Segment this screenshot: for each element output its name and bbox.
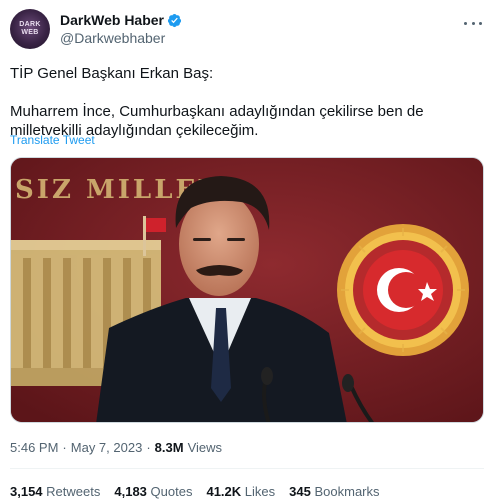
verified-icon[interactable] xyxy=(167,13,182,28)
tweet-meta: 5:46 PM · May 7, 2023 · 8.3M Views xyxy=(10,440,222,455)
tweet-text-line-1: TİP Genel Başkanı Erkan Baş: xyxy=(10,65,214,82)
tweet-date[interactable]: May 7, 2023 xyxy=(71,440,143,455)
avatar[interactable]: DARK WEB xyxy=(10,9,50,49)
parliament-seal xyxy=(337,224,469,356)
retweets-stat[interactable]: 3,154 Retweets xyxy=(10,484,100,499)
display-name[interactable]: DarkWeb Haber xyxy=(60,12,164,28)
meta-separator: · xyxy=(62,440,67,455)
avatar-text: DARK WEB xyxy=(19,21,41,36)
media-photo: SIZ MILLET xyxy=(11,158,483,422)
meta-separator-2: · xyxy=(146,440,151,455)
bookmarks-count: 345 xyxy=(289,484,311,499)
author-names: DarkWeb Haber @Darkwebhaber xyxy=(60,12,182,46)
likes-label: Likes xyxy=(244,484,276,499)
engagement-stats: 3,154 Retweets 4,183 Quotes 41.2K Likes … xyxy=(10,484,394,499)
quotes-label: Quotes xyxy=(150,484,193,499)
bookmarks-stat[interactable]: 345 Bookmarks xyxy=(289,484,379,499)
tweet-media[interactable]: SIZ MILLET xyxy=(10,157,484,423)
name-row: DarkWeb Haber xyxy=(60,12,182,28)
tweet-time[interactable]: 5:46 PM xyxy=(10,440,58,455)
translate-tweet-link[interactable]: Translate Tweet xyxy=(10,133,95,147)
quotes-stat[interactable]: 4,183 Quotes xyxy=(114,484,192,499)
tweet-header: DARK WEB DarkWeb Haber @Darkwebhaber xyxy=(10,8,484,50)
tweet-text: TİP Genel Başkanı Erkan Baş: Muharrem İn… xyxy=(10,64,484,140)
quotes-count: 4,183 xyxy=(114,484,147,499)
divider-top xyxy=(10,468,484,469)
likes-stat[interactable]: 41.2K Likes xyxy=(206,484,275,499)
likes-count: 41.2K xyxy=(206,484,242,499)
tweet-text-line-2: Muharrem İnce, Cumhurbaşkanı adaylığında… xyxy=(10,103,424,120)
views-label: Views xyxy=(187,440,223,455)
more-options-icon[interactable] xyxy=(464,14,482,32)
retweets-count: 3,154 xyxy=(10,484,43,499)
retweets-label: Retweets xyxy=(46,484,101,499)
handle[interactable]: @Darkwebhaber xyxy=(60,30,182,46)
bookmarks-label: Bookmarks xyxy=(314,484,380,499)
views-count[interactable]: 8.3M xyxy=(155,440,184,455)
